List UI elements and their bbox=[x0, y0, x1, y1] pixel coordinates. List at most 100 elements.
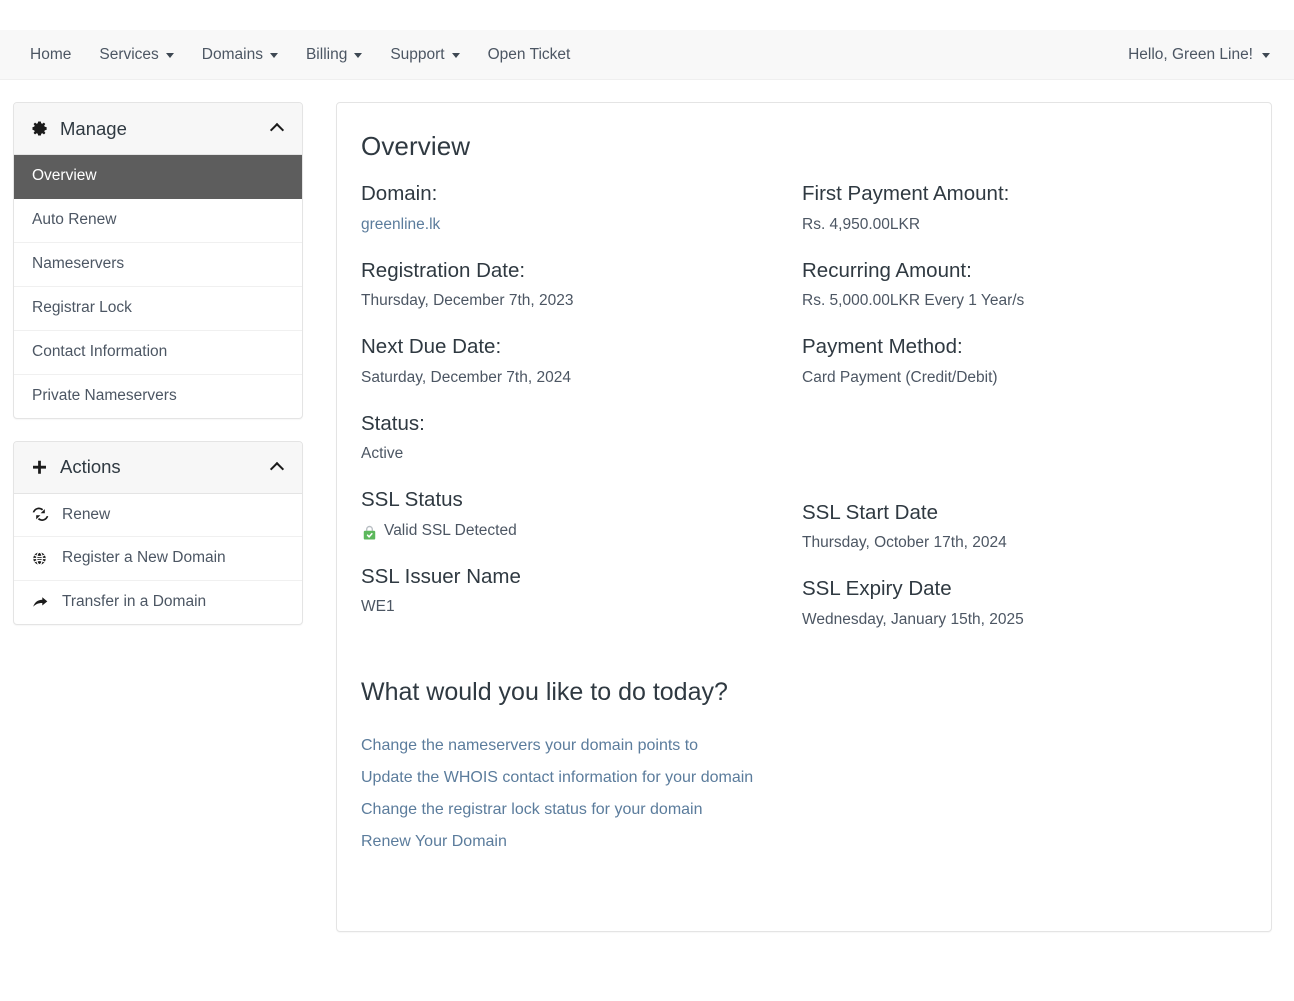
field-value: Thursday, December 7th, 2023 bbox=[361, 291, 782, 312]
field-value: Valid SSL Detected bbox=[361, 521, 782, 542]
chevron-down-icon bbox=[166, 53, 174, 58]
sidebar-item-overview[interactable]: Overview bbox=[14, 155, 302, 199]
globe-icon bbox=[32, 551, 51, 566]
action-item-renew[interactable]: Renew bbox=[14, 494, 302, 538]
field-value: WE1 bbox=[361, 597, 782, 618]
cta-link-list: Change the nameservers your domain point… bbox=[361, 730, 1243, 858]
field-ssl-expiry-date: SSL Expiry Date Wednesday, January 15th,… bbox=[802, 577, 1223, 631]
field-first-payment-amount: First Payment Amount: Rs. 4,950.00LKR bbox=[802, 182, 1223, 236]
cta-heading: What would you like to do today? bbox=[361, 678, 1243, 707]
actions-panel-header[interactable]: Actions bbox=[14, 442, 302, 494]
account-menu-button[interactable]: Hello, Green Line! bbox=[1128, 46, 1272, 64]
cta-link-update-whois[interactable]: Update the WHOIS contact information for… bbox=[361, 762, 753, 794]
field-domain: Domain: greenline.lk bbox=[361, 182, 782, 236]
field-recurring-amount: Recurring Amount: Rs. 5,000.00LKR Every … bbox=[802, 259, 1223, 313]
field-value: Card Payment (Credit/Debit) bbox=[802, 368, 1223, 389]
main-navbar: Home Services Domains Billing Support Op… bbox=[0, 30, 1294, 80]
overview-card: Overview Domain: greenline.lk Registrati… bbox=[336, 102, 1272, 932]
cta-link-renew-domain[interactable]: Renew Your Domain bbox=[361, 826, 507, 858]
field-next-due-date: Next Due Date: Saturday, December 7th, 2… bbox=[361, 335, 782, 389]
cta-link-change-nameservers[interactable]: Change the nameservers your domain point… bbox=[361, 730, 698, 762]
actions-menu-list: Renew Register a New Domain bbox=[14, 494, 302, 625]
nav-item-open-ticket[interactable]: Open Ticket bbox=[474, 47, 585, 63]
plus-icon bbox=[31, 459, 48, 476]
nav-item-label: Billing bbox=[306, 47, 347, 63]
cta-link-change-registrar-lock[interactable]: Change the registrar lock status for you… bbox=[361, 794, 703, 826]
manage-panel-title: Manage bbox=[60, 118, 127, 140]
field-label: SSL Start Date bbox=[802, 501, 1223, 526]
chevron-down-icon bbox=[270, 53, 278, 58]
chevron-down-icon bbox=[452, 53, 460, 58]
overview-details-left-column: Domain: greenline.lk Registration Date: … bbox=[361, 182, 802, 654]
field-label: SSL Status bbox=[361, 488, 782, 513]
nav-item-label: Domains bbox=[202, 47, 263, 63]
action-item-label: Transfer in a Domain bbox=[62, 592, 206, 613]
top-strip bbox=[0, 0, 1294, 30]
nav-item-services[interactable]: Services bbox=[85, 47, 187, 63]
action-item-register-new-domain[interactable]: Register a New Domain bbox=[14, 537, 302, 581]
sidebar-item-label: Nameservers bbox=[32, 254, 124, 275]
manage-panel: Manage Overview Auto Renew Nameservers R… bbox=[13, 102, 303, 419]
field-label: Registration Date: bbox=[361, 259, 782, 284]
manage-panel-header[interactable]: Manage bbox=[14, 103, 302, 155]
account-greeting-label: Hello, Green Line! bbox=[1128, 46, 1253, 64]
sidebar-item-registrar-lock[interactable]: Registrar Lock bbox=[14, 287, 302, 331]
refresh-icon bbox=[32, 507, 51, 522]
sidebar-item-contact-information[interactable]: Contact Information bbox=[14, 331, 302, 375]
field-label: First Payment Amount: bbox=[802, 182, 1223, 207]
field-registration-date: Registration Date: Thursday, December 7t… bbox=[361, 259, 782, 313]
sidebar-item-auto-renew[interactable]: Auto Renew bbox=[14, 199, 302, 243]
green-padlock-check-icon bbox=[361, 524, 378, 541]
sidebar-item-label: Contact Information bbox=[32, 342, 167, 363]
field-value: Rs. 5,000.00LKR Every 1 Year/s bbox=[802, 291, 1223, 312]
arrow-right-curve-icon bbox=[32, 595, 51, 610]
action-item-label: Register a New Domain bbox=[62, 548, 226, 569]
nav-item-label: Services bbox=[99, 47, 158, 63]
overview-details-grid: Domain: greenline.lk Registration Date: … bbox=[361, 182, 1243, 654]
status-badge: Active bbox=[361, 444, 782, 465]
field-ssl-status: SSL Status Valid SSL Detected bbox=[361, 488, 782, 542]
overview-details-right-column: First Payment Amount: Rs. 4,950.00LKR Re… bbox=[802, 182, 1243, 654]
manage-menu-list: Overview Auto Renew Nameservers Registra… bbox=[14, 155, 302, 418]
field-label: Domain: bbox=[361, 182, 782, 207]
gear-icon bbox=[31, 120, 48, 137]
page-body: Manage Overview Auto Renew Nameservers R… bbox=[0, 80, 1294, 932]
sidebar-item-label: Private Nameservers bbox=[32, 386, 177, 407]
field-value: Wednesday, January 15th, 2025 bbox=[802, 610, 1223, 631]
actions-panel: Actions Renew bbox=[13, 441, 303, 626]
field-label: SSL Expiry Date bbox=[802, 577, 1223, 602]
chevron-down-icon bbox=[1262, 53, 1270, 58]
navbar-account-area: Hello, Green Line! bbox=[1128, 46, 1272, 64]
sidebar-item-label: Auto Renew bbox=[32, 210, 116, 231]
chevron-up-icon[interactable] bbox=[271, 124, 286, 133]
field-label: Status: bbox=[361, 412, 782, 437]
sidebar-item-private-nameservers[interactable]: Private Nameservers bbox=[14, 375, 302, 418]
field-value: greenline.lk bbox=[361, 215, 782, 236]
field-value: Thursday, October 17th, 2024 bbox=[802, 533, 1223, 554]
action-item-label: Renew bbox=[62, 505, 110, 526]
nav-item-label: Home bbox=[30, 47, 71, 63]
navbar-links: Home Services Domains Billing Support Op… bbox=[30, 47, 584, 63]
field-label: SSL Issuer Name bbox=[361, 565, 782, 590]
nav-item-billing[interactable]: Billing bbox=[292, 47, 376, 63]
nav-item-support[interactable]: Support bbox=[376, 47, 473, 63]
action-item-transfer-in-domain[interactable]: Transfer in a Domain bbox=[14, 581, 302, 624]
nav-item-home[interactable]: Home bbox=[30, 47, 85, 63]
sidebar-item-nameservers[interactable]: Nameservers bbox=[14, 243, 302, 287]
ssl-status-text: Valid SSL Detected bbox=[384, 521, 517, 542]
nav-item-label: Support bbox=[390, 47, 444, 63]
domain-link[interactable]: greenline.lk bbox=[361, 216, 440, 233]
field-label: Recurring Amount: bbox=[802, 259, 1223, 284]
page-title: Overview bbox=[361, 131, 1243, 162]
sidebar: Manage Overview Auto Renew Nameservers R… bbox=[13, 102, 303, 647]
field-value: Saturday, December 7th, 2024 bbox=[361, 368, 782, 389]
field-ssl-start-date: SSL Start Date Thursday, October 17th, 2… bbox=[802, 501, 1223, 555]
field-payment-method: Payment Method: Card Payment (Credit/Deb… bbox=[802, 335, 1223, 389]
field-value: Rs. 4,950.00LKR bbox=[802, 215, 1223, 236]
nav-item-domains[interactable]: Domains bbox=[188, 47, 292, 63]
chevron-up-icon[interactable] bbox=[271, 463, 286, 472]
field-label: Payment Method: bbox=[802, 335, 1223, 360]
sidebar-item-label: Overview bbox=[32, 166, 97, 187]
field-ssl-issuer-name: SSL Issuer Name WE1 bbox=[361, 565, 782, 619]
field-status: Status: Active bbox=[361, 412, 782, 466]
